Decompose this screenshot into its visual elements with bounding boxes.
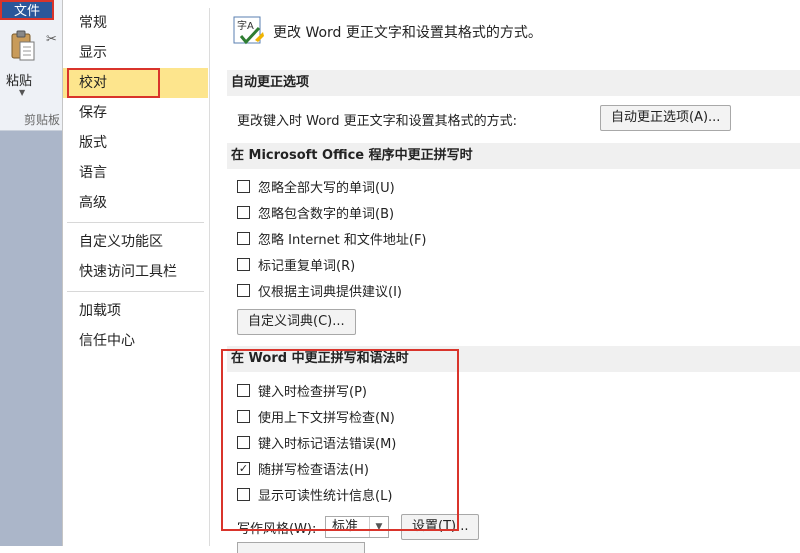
nav-item-proofing[interactable]: 校对: [63, 68, 208, 98]
option-row[interactable]: 忽略 Internet 和文件地址(F): [237, 228, 427, 248]
highlight-box: [221, 349, 459, 531]
nav-separator: [209, 8, 210, 546]
checkbox[interactable]: [237, 257, 250, 271]
office-spelling-heading: 在 Microsoft Office 程序中更正拼写时: [227, 143, 800, 169]
nav-item-save[interactable]: 保存: [63, 98, 208, 128]
intro-row: 字A 更改 Word 更正文字和设置其格式的方式。: [233, 16, 542, 48]
file-tab[interactable]: 文件: [0, 0, 54, 20]
cut-off-button[interactable]: [237, 542, 365, 553]
ribbon-backdrop: [0, 131, 62, 546]
option-label: 仅根据主词典提供建议(I): [258, 284, 402, 300]
paste-label[interactable]: 粘贴: [6, 70, 32, 89]
option-label: 忽略全部大写的单词(U): [258, 180, 395, 196]
checkbox[interactable]: [237, 179, 250, 193]
scissors-icon[interactable]: ✂: [46, 32, 60, 47]
autocorrect-label: 更改键入时 Word 更正文字和设置其格式的方式:: [237, 114, 518, 129]
word-options-dialog: 常规 显示 校对 保存 版式 语言 高级 自定义功能区 快速访问工具栏 加载项 …: [62, 0, 800, 553]
intro-text: 更改 Word 更正文字和设置其格式的方式。: [273, 25, 542, 41]
proofing-panel: 字A 更改 Word 更正文字和设置其格式的方式。 自动更正选项 更改键入时 W…: [217, 0, 800, 553]
nav-item-customize-ribbon[interactable]: 自定义功能区: [63, 227, 208, 257]
autocorrect-options-button[interactable]: 自动更正选项(A)...: [600, 105, 732, 131]
nav-item-trust-center[interactable]: 信任中心: [63, 326, 208, 356]
clipboard-group-label: 剪贴板: [24, 113, 61, 127]
checkbox[interactable]: [237, 283, 250, 297]
checkbox[interactable]: [237, 205, 250, 219]
option-row[interactable]: 标记重复单词(R): [237, 254, 355, 274]
option-label: 忽略 Internet 和文件地址(F): [258, 232, 427, 248]
nav-item-advanced[interactable]: 高级: [63, 188, 208, 218]
option-row[interactable]: 忽略全部大写的单词(U): [237, 176, 395, 196]
option-label: 标记重复单词(R): [258, 258, 356, 274]
nav-item-addins[interactable]: 加载项: [63, 296, 208, 326]
checkbox[interactable]: [237, 231, 250, 245]
custom-dictionaries-button[interactable]: 自定义词典(C)...: [237, 309, 356, 335]
autocorrect-heading: 自动更正选项: [227, 70, 800, 96]
svg-text:字A: 字A: [237, 19, 254, 32]
chevron-down-icon[interactable]: ▼: [19, 88, 25, 97]
nav-item-language[interactable]: 语言: [63, 158, 208, 188]
nav-item-layout[interactable]: 版式: [63, 128, 208, 158]
option-label: 忽略包含数字的单词(B): [258, 206, 395, 222]
paste-icon[interactable]: [10, 30, 36, 62]
ribbon-divider: [0, 130, 62, 131]
nav-item-general[interactable]: 常规: [63, 8, 208, 38]
nav-divider: [67, 291, 204, 292]
options-nav: 常规 显示 校对 保存 版式 语言 高级 自定义功能区 快速访问工具栏 加载项 …: [63, 8, 208, 356]
option-row[interactable]: 仅根据主词典提供建议(I): [237, 280, 402, 300]
nav-item-quick-access[interactable]: 快速访问工具栏: [63, 257, 208, 287]
nav-divider: [67, 222, 204, 223]
nav-item-display[interactable]: 显示: [63, 38, 208, 68]
proofing-abc-check-icon: 字A: [233, 16, 264, 45]
option-row[interactable]: 忽略包含数字的单词(B): [237, 202, 394, 222]
